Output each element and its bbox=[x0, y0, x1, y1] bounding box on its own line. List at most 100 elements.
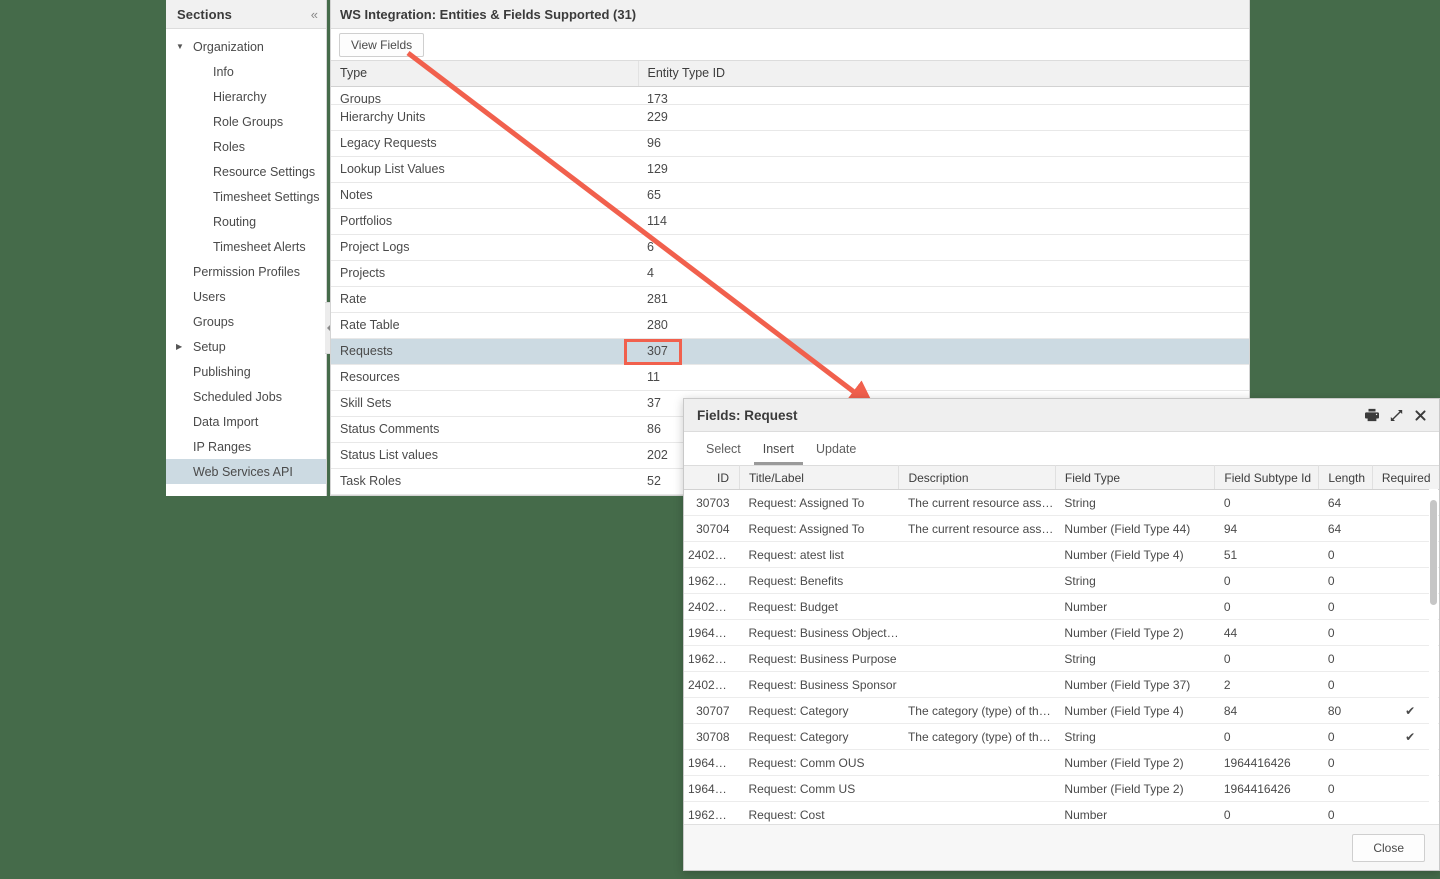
close-button[interactable]: Close bbox=[1352, 833, 1425, 862]
print-icon[interactable] bbox=[1365, 408, 1379, 422]
table-row[interactable]: 30708 Request: Category The category (type… bbox=[684, 723, 1439, 750]
table-row[interactable]: Requests 307 bbox=[331, 338, 1249, 365]
sidebar-item-web-services-api[interactable]: Web Services API bbox=[166, 459, 326, 484]
fields-col-header[interactable]: Title/Label bbox=[739, 465, 900, 490]
field-description-cell bbox=[898, 801, 1056, 824]
sidebar-item-scheduled-jobs[interactable]: Scheduled Jobs bbox=[166, 384, 326, 409]
entities-col-header[interactable]: Type bbox=[331, 61, 639, 87]
tab-update[interactable]: Update bbox=[807, 442, 865, 465]
table-row[interactable]: Rate Table 280 bbox=[331, 312, 1249, 339]
sidebar-item-permission-profiles[interactable]: Permission Profiles bbox=[166, 259, 326, 284]
dialog-scrollbar-thumb[interactable] bbox=[1430, 500, 1437, 605]
field-type-cell: String bbox=[1055, 645, 1215, 672]
table-row[interactable]: Legacy Requests 96 bbox=[331, 130, 1249, 157]
entities-table-header-row: Type Entity Type ID bbox=[331, 61, 1249, 87]
table-row[interactable]: Portfolios 114 bbox=[331, 208, 1249, 235]
collapse-sidebar-icon[interactable]: « bbox=[311, 8, 318, 21]
field-description-cell: The category (type) of the Requ... bbox=[898, 697, 1056, 724]
field-length-cell: 0 bbox=[1318, 775, 1373, 802]
field-description-cell bbox=[898, 567, 1056, 594]
view-fields-button[interactable]: View Fields bbox=[339, 32, 425, 57]
sidebar-item-ip-ranges[interactable]: IP Ranges bbox=[166, 434, 326, 459]
entity-type-cell: Rate Table bbox=[331, 312, 638, 339]
entity-type-cell: Requests bbox=[331, 338, 638, 365]
field-description-cell bbox=[898, 749, 1056, 776]
fields-col-header[interactable]: Description bbox=[898, 465, 1056, 490]
field-description-cell: The current resource assigned ... bbox=[898, 489, 1056, 516]
table-row[interactable]: Hierarchy Units 229 bbox=[331, 104, 1249, 131]
sidebar-item-role-groups[interactable]: Role Groups bbox=[166, 109, 326, 134]
field-type-cell: Number (Field Type 4) bbox=[1055, 541, 1215, 568]
sidebar-item-roles[interactable]: Roles bbox=[166, 134, 326, 159]
fields-table-body: 30703 Request: Assigned To The current res… bbox=[684, 489, 1439, 824]
table-row[interactable]: Lookup List Values 129 bbox=[331, 156, 1249, 183]
sidebar-item-timesheet-settings[interactable]: Timesheet Settings bbox=[166, 184, 326, 209]
field-subtype-cell: 1964416426 bbox=[1214, 775, 1319, 802]
sidebar-item-groups[interactable]: Groups bbox=[166, 309, 326, 334]
fields-dialog: Fields: Request Select Insert Update ID … bbox=[683, 398, 1440, 871]
field-description-cell: The category (type) of the Requ... bbox=[898, 723, 1056, 750]
sections-sidebar: Sections « ▼ Organization Info Hierarchy Rol… bbox=[166, 0, 327, 496]
sidebar-item-users[interactable]: Users bbox=[166, 284, 326, 309]
sidebar-item-hierarchy[interactable]: Hierarchy bbox=[166, 84, 326, 109]
sidebar-item-label: Setup bbox=[193, 339, 226, 354]
field-length-cell: 0 bbox=[1318, 567, 1373, 594]
entity-type-cell: Task Roles bbox=[331, 468, 638, 495]
table-row[interactable]: 1964416... Request: Comm US Number (Field … bbox=[684, 775, 1439, 802]
table-row[interactable]: 30703 Request: Assigned To The current res… bbox=[684, 489, 1439, 516]
sidebar-item-resource-settings[interactable]: Resource Settings bbox=[166, 159, 326, 184]
field-id-cell: 30704 bbox=[684, 515, 740, 542]
sidebar-item-timesheet-alerts[interactable]: Timesheet Alerts bbox=[166, 234, 326, 259]
field-length-cell: 0 bbox=[1318, 619, 1373, 646]
sidebar-item-info[interactable]: Info bbox=[166, 59, 326, 84]
field-id-cell: 1962761... bbox=[684, 567, 740, 594]
sidebar-item-organization[interactable]: ▼ Organization bbox=[166, 34, 326, 59]
table-row[interactable]: 1962761... Request: Benefits String 0 0 bbox=[684, 567, 1439, 594]
dialog-scrollbar[interactable] bbox=[1429, 489, 1438, 824]
sidebar-item-routing[interactable]: Routing bbox=[166, 209, 326, 234]
sidebar-item-publishing[interactable]: Publishing bbox=[166, 359, 326, 384]
fields-col-header[interactable]: Field Type bbox=[1055, 465, 1216, 490]
sidebar-item-data-import[interactable]: Data Import bbox=[166, 409, 326, 434]
close-icon[interactable] bbox=[1414, 409, 1427, 422]
table-row[interactable]: 1964416... Request: Comm OUS Number (Field… bbox=[684, 749, 1439, 776]
table-row[interactable]: Rate 281 bbox=[331, 286, 1249, 313]
field-description-cell bbox=[898, 775, 1056, 802]
fields-col-header[interactable]: Length bbox=[1318, 465, 1373, 490]
table-row[interactable]: Project Logs 6 bbox=[331, 234, 1249, 261]
field-length-cell: 64 bbox=[1318, 489, 1373, 516]
sidebar-item-setup[interactable]: ▶ Setup bbox=[166, 334, 326, 359]
field-length-cell: 0 bbox=[1318, 671, 1373, 698]
fields-table-header-row: ID Title/Label Description Field Type Field … bbox=[684, 465, 1439, 490]
table-row[interactable]: 1962761... Request: Cost Number 0 0 bbox=[684, 801, 1439, 824]
table-row[interactable]: 240220... Request: Business Sponsor Number… bbox=[684, 671, 1439, 698]
entity-type-id-cell: 281 bbox=[638, 286, 1249, 313]
tab-insert[interactable]: Insert bbox=[753, 442, 804, 465]
maximize-icon[interactable] bbox=[1390, 409, 1403, 422]
entities-col-header[interactable]: Entity Type ID bbox=[638, 61, 1249, 87]
sidebar-nav-list: ▼ Organization Info Hierarchy Role Groups Rol… bbox=[166, 29, 326, 484]
fields-col-header[interactable]: ID bbox=[684, 465, 740, 490]
table-row[interactable]: 1964166... Request: Business Objective Num… bbox=[684, 619, 1439, 646]
sidebar-item-label: Timesheet Settings bbox=[213, 189, 320, 204]
fields-col-header[interactable]: Required bbox=[1372, 465, 1439, 490]
field-subtype-cell: 0 bbox=[1214, 645, 1319, 672]
chevron-down-icon[interactable]: ▼ bbox=[176, 42, 190, 51]
table-row[interactable]: Groups 173 bbox=[331, 86, 1249, 105]
entity-type-id-cell: 6 bbox=[638, 234, 1249, 261]
field-id-cell: 30708 bbox=[684, 723, 740, 750]
tab-select[interactable]: Select bbox=[697, 442, 750, 465]
table-row[interactable]: 240205... Request: atest list Number (Fiel… bbox=[684, 541, 1439, 568]
table-row[interactable]: 30704 Request: Assigned To The current res… bbox=[684, 515, 1439, 542]
sidebar-item-label: Data Import bbox=[193, 414, 259, 429]
table-row[interactable]: Notes 65 bbox=[331, 182, 1249, 209]
sidebar-item-label: Web Services API bbox=[193, 464, 293, 479]
field-id-cell: 1962761... bbox=[684, 801, 740, 824]
fields-col-header[interactable]: Field Subtype Id bbox=[1214, 465, 1320, 490]
table-row[interactable]: Resources 11 bbox=[331, 364, 1249, 391]
table-row[interactable]: 30707 Request: Category The category (type… bbox=[684, 697, 1439, 724]
table-row[interactable]: 240220... Request: Budget Number 0 0 bbox=[684, 593, 1439, 620]
table-row[interactable]: 1962761... Request: Business Purpose Strin… bbox=[684, 645, 1439, 672]
chevron-right-icon[interactable]: ▶ bbox=[176, 342, 190, 351]
table-row[interactable]: Projects 4 bbox=[331, 260, 1249, 287]
